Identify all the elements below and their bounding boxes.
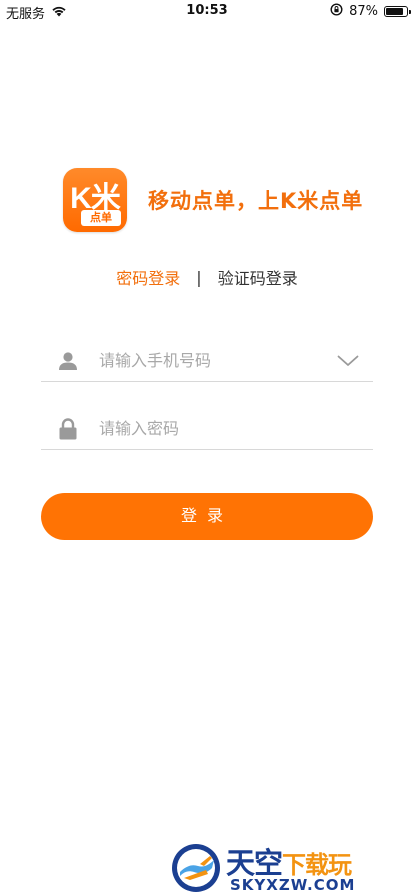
watermark-title-sub: 下载玩 (282, 851, 352, 879)
status-bar: 无服务 10:53 87% (0, 0, 414, 22)
password-input[interactable] (99, 419, 373, 438)
lock-icon (55, 416, 81, 442)
battery-percent: 87% (349, 4, 378, 19)
phone-input[interactable] (99, 351, 333, 370)
watermark-url: SKYXZW.COM (230, 876, 356, 894)
login-mode-tabs: 密码登录 | 验证码登录 (0, 265, 414, 289)
login-button[interactable]: 登录 (41, 493, 373, 540)
phone-field (41, 340, 373, 382)
tab-password-login[interactable]: 密码登录 (116, 265, 180, 289)
password-field (41, 408, 373, 450)
brand-header: K米 点单 移动点单，上K米点单 (63, 168, 363, 232)
battery-icon (384, 6, 411, 17)
app-logo-subtext: 点单 (81, 210, 121, 226)
watermark-logo-icon (172, 844, 220, 892)
orientation-lock-icon (330, 3, 343, 20)
status-bar-right: 87% (330, 3, 411, 20)
battery-level (386, 8, 404, 15)
tab-separator: | (196, 267, 202, 287)
watermark: 天空下载玩 SKYXZW.COM (168, 838, 414, 896)
watermark-title-main: 天空 (226, 846, 283, 880)
tab-code-login[interactable]: 验证码登录 (218, 265, 298, 289)
chevron-down-icon[interactable] (333, 346, 363, 376)
app-logo: K米 点单 (63, 168, 127, 232)
slogan: 移动点单，上K米点单 (148, 189, 364, 213)
user-icon (55, 348, 81, 374)
